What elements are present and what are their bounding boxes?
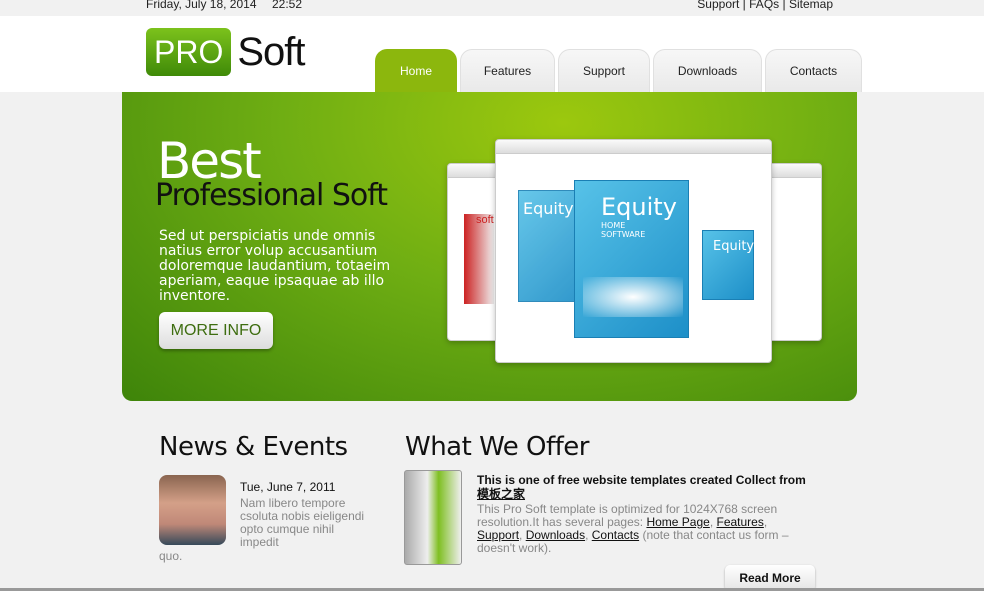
- current-date: Friday, July 18, 2014: [146, 0, 257, 11]
- tab-features[interactable]: Features: [460, 49, 555, 92]
- top-link-support[interactable]: Support: [697, 0, 739, 11]
- software-box-image: [404, 470, 462, 565]
- separator: |: [742, 0, 746, 11]
- offer-heading: What We Offer: [405, 432, 589, 462]
- hero-subtitle: Professional Soft: [155, 178, 388, 213]
- link-home-page[interactable]: Home Page: [646, 515, 709, 529]
- product-box-main: Equity HOME SOFTWARE: [574, 180, 689, 338]
- product-box-right: Equity: [702, 230, 754, 300]
- more-info-button[interactable]: MORE INFO: [159, 312, 273, 349]
- product-box-small: Equity: [518, 190, 576, 302]
- offer-text: This Pro Soft template is optimized for …: [477, 502, 789, 555]
- logo-pro: PRO: [146, 28, 232, 76]
- link-features[interactable]: Features: [717, 515, 764, 529]
- news-text-tail: quo.: [159, 549, 183, 563]
- news-heading: News & Events: [159, 432, 348, 462]
- main-nav: Home Features Support Downloads Contacts: [375, 49, 862, 92]
- link-downloads[interactable]: Downloads: [526, 528, 585, 542]
- news-date: Tue, June 7, 2011: [240, 480, 336, 494]
- side-product-box: soft: [464, 214, 494, 304]
- header: PRO Soft Home Features Support Downloads…: [0, 16, 984, 92]
- top-link-faqs[interactable]: FAQs: [749, 0, 779, 11]
- link-contacts[interactable]: Contacts: [592, 528, 639, 542]
- tab-downloads[interactable]: Downloads: [653, 49, 762, 92]
- top-link-sitemap[interactable]: Sitemap: [789, 0, 833, 11]
- separator: |: [782, 0, 786, 11]
- tab-support[interactable]: Support: [558, 49, 650, 92]
- tab-contacts[interactable]: Contacts: [765, 49, 862, 92]
- right-window: [767, 163, 822, 341]
- news-avatar: [159, 475, 226, 545]
- hero-text: Sed ut perspiciatis unde omnis natius er…: [159, 228, 391, 304]
- offer-title-link[interactable]: 模板之家: [477, 487, 525, 501]
- top-links: Support | FAQs | Sitemap: [697, 0, 833, 11]
- link-support[interactable]: Support: [477, 528, 519, 542]
- window-titlebar: [496, 140, 771, 154]
- logo[interactable]: PRO Soft: [146, 28, 306, 76]
- tab-home[interactable]: Home: [375, 49, 457, 92]
- logo-soft: Soft: [237, 29, 305, 74]
- news-text: Nam libero tempore csoluta nobis eielige…: [240, 496, 365, 549]
- current-time: 22:52: [272, 0, 303, 11]
- main-window: Equity Equity HOME SOFTWARE Equity: [495, 139, 772, 363]
- top-bar: Friday, July 18, 2014 22:52 Support | FA…: [0, 0, 984, 16]
- offer-title: This is one of free website templates cr…: [477, 473, 806, 501]
- left-window: soft: [447, 163, 502, 341]
- hero-banner: Best Professional Soft Sed ut perspiciat…: [122, 92, 857, 401]
